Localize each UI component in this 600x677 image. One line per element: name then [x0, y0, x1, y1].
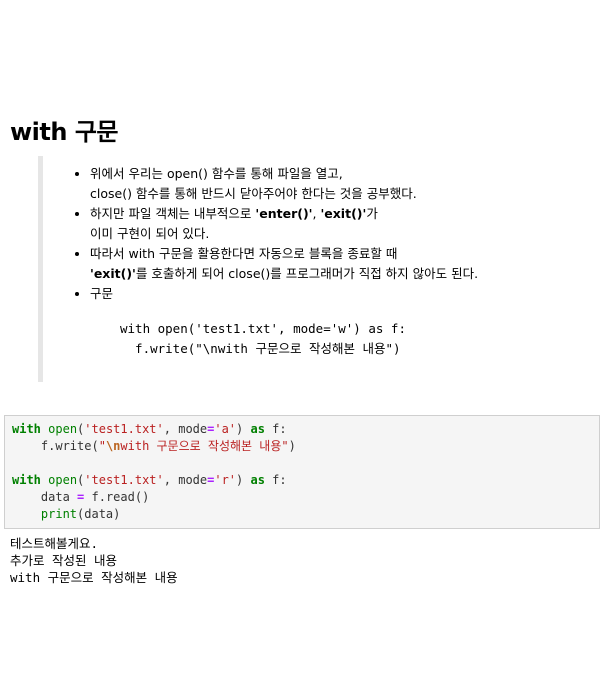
list-item: 따라서 with 구문을 활용한다면 자동으로 블록을 종료할 때 'exit(…	[90, 244, 600, 284]
code-text: f:	[264, 473, 287, 487]
note-line: close() 함수를 통해 반드시 닫아주어야 한다는 것을 공부했다.	[90, 186, 417, 201]
note-line: 이미 구현이 되어 있다.	[90, 226, 210, 241]
keyword: with	[12, 473, 41, 487]
note-line: 하지만 파일 객체는 내부적으로 'enter()', 'exit()'가	[90, 204, 600, 224]
code-text: data	[12, 490, 78, 504]
note-text: 가	[366, 206, 378, 221]
list-item: 구문	[90, 284, 600, 304]
note-line: 위에서 우리는 open() 함수를 통해 파일을 열고,	[90, 166, 343, 181]
code-line: with open('test1.txt', mode='w') as f:	[120, 321, 406, 336]
code-text: )	[236, 422, 251, 436]
output-line: with 구문으로 작성해본 내용	[10, 570, 178, 585]
list-item: 위에서 우리는 open() 함수를 통해 파일을 열고, close() 함수…	[90, 164, 600, 204]
escape-sequence: \n	[105, 439, 121, 453]
builtin: print	[40, 507, 78, 521]
string: with 구문으로 작성해본 내용"	[120, 439, 289, 453]
code-text: , mode	[163, 422, 208, 436]
code-text: , mode	[163, 473, 208, 487]
code-text: )	[288, 439, 296, 453]
note-bold-text: 'exit()'	[90, 266, 136, 281]
note-bold-text: 'enter()'	[255, 206, 313, 221]
note-line: 구문	[90, 286, 114, 301]
output-line: 테스트해볼게요.	[10, 536, 99, 551]
keyword: as	[250, 473, 265, 487]
keyword: with	[12, 422, 41, 436]
output-line: 추가로 작성된 내용	[10, 553, 118, 568]
code-text: f.write(	[12, 439, 99, 453]
note-text: 하지만 파일 객체는 내부적으로	[90, 206, 256, 221]
code-text: )	[236, 473, 251, 487]
code-cell[interactable]: with open('test1.txt', mode='a') as f: f…	[4, 415, 600, 529]
code-editor[interactable]: with open('test1.txt', mode='a') as f: f…	[12, 421, 296, 523]
string: 'r'	[214, 473, 237, 487]
string: 'test1.txt'	[84, 473, 164, 487]
builtin: open	[48, 422, 78, 436]
notes-blockquote: 위에서 우리는 open() 함수를 통해 파일을 열고, close() 함수…	[38, 156, 578, 382]
code-text: (data)	[77, 507, 121, 521]
code-text: f.read()	[84, 490, 150, 504]
string: "	[98, 439, 106, 453]
keyword: as	[250, 422, 265, 436]
example-code: with open('test1.txt', mode='w') as f: f…	[120, 319, 406, 359]
note-bold-text: 'exit()'	[320, 206, 367, 221]
string: 'test1.txt'	[84, 422, 164, 436]
builtin: open	[48, 473, 78, 487]
code-text: f:	[264, 422, 287, 436]
note-text: 를 호출하게 되어 close()를 프로그래머가 직접 하지 않아도 된다.	[135, 266, 479, 281]
cell-output: 테스트해볼게요. 추가로 작성된 내용 with 구문으로 작성해본 내용	[10, 535, 178, 586]
note-line: 'exit()'를 호출하게 되어 close()를 프로그래머가 직접 하지 …	[90, 264, 600, 284]
note-line: 따라서 with 구문을 활용한다면 자동으로 블록을 종료할 때	[90, 246, 398, 261]
code-line: f.write("\nwith 구문으로 작성해본 내용")	[120, 341, 401, 356]
section-heading: with 구문	[10, 118, 118, 146]
notes-list: 위에서 우리는 open() 함수를 통해 파일을 열고, close() 함수…	[43, 164, 600, 304]
string: 'a'	[214, 422, 237, 436]
list-item: 하지만 파일 객체는 내부적으로 'enter()', 'exit()'가 이미…	[90, 204, 600, 244]
